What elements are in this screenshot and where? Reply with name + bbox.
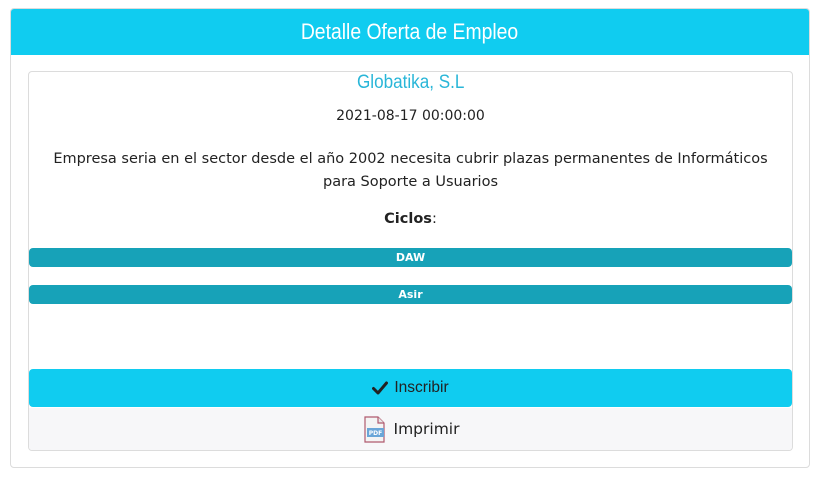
page-title: Detalle Oferta de Empleo	[301, 19, 519, 44]
check-icon	[372, 381, 389, 395]
offer-description: Empresa seria en el sector desde el año …	[53, 151, 768, 190]
ciclo-badge-asir: Asir	[29, 285, 792, 304]
svg-text:PDF: PDF	[368, 430, 381, 437]
ciclo-badge-daw: DAW	[29, 248, 792, 267]
inscribir-label: Inscribir	[394, 379, 449, 396]
ciclos-heading: Ciclos:	[29, 211, 792, 227]
inscribir-button[interactable]: Inscribir	[29, 369, 792, 407]
offer-date: 2021-08-17 00:00:00	[336, 108, 485, 124]
pdf-icon: PDF	[362, 415, 386, 443]
company-name: Globatika, S.L	[356, 72, 465, 93]
job-offer-card: Detalle Oferta de Empleo Globatika, S.L …	[10, 8, 810, 468]
ciclos-colon: :	[431, 211, 437, 227]
offer-detail-panel: Globatika, S.L 2021-08-17 00:00:00 Empre…	[28, 71, 793, 451]
imprimir-label: Imprimir	[393, 420, 460, 438]
card-header: Detalle Oferta de Empleo	[11, 9, 809, 55]
ciclos-label: Ciclos	[384, 211, 432, 227]
imprimir-button[interactable]: PDF Imprimir	[29, 408, 792, 450]
